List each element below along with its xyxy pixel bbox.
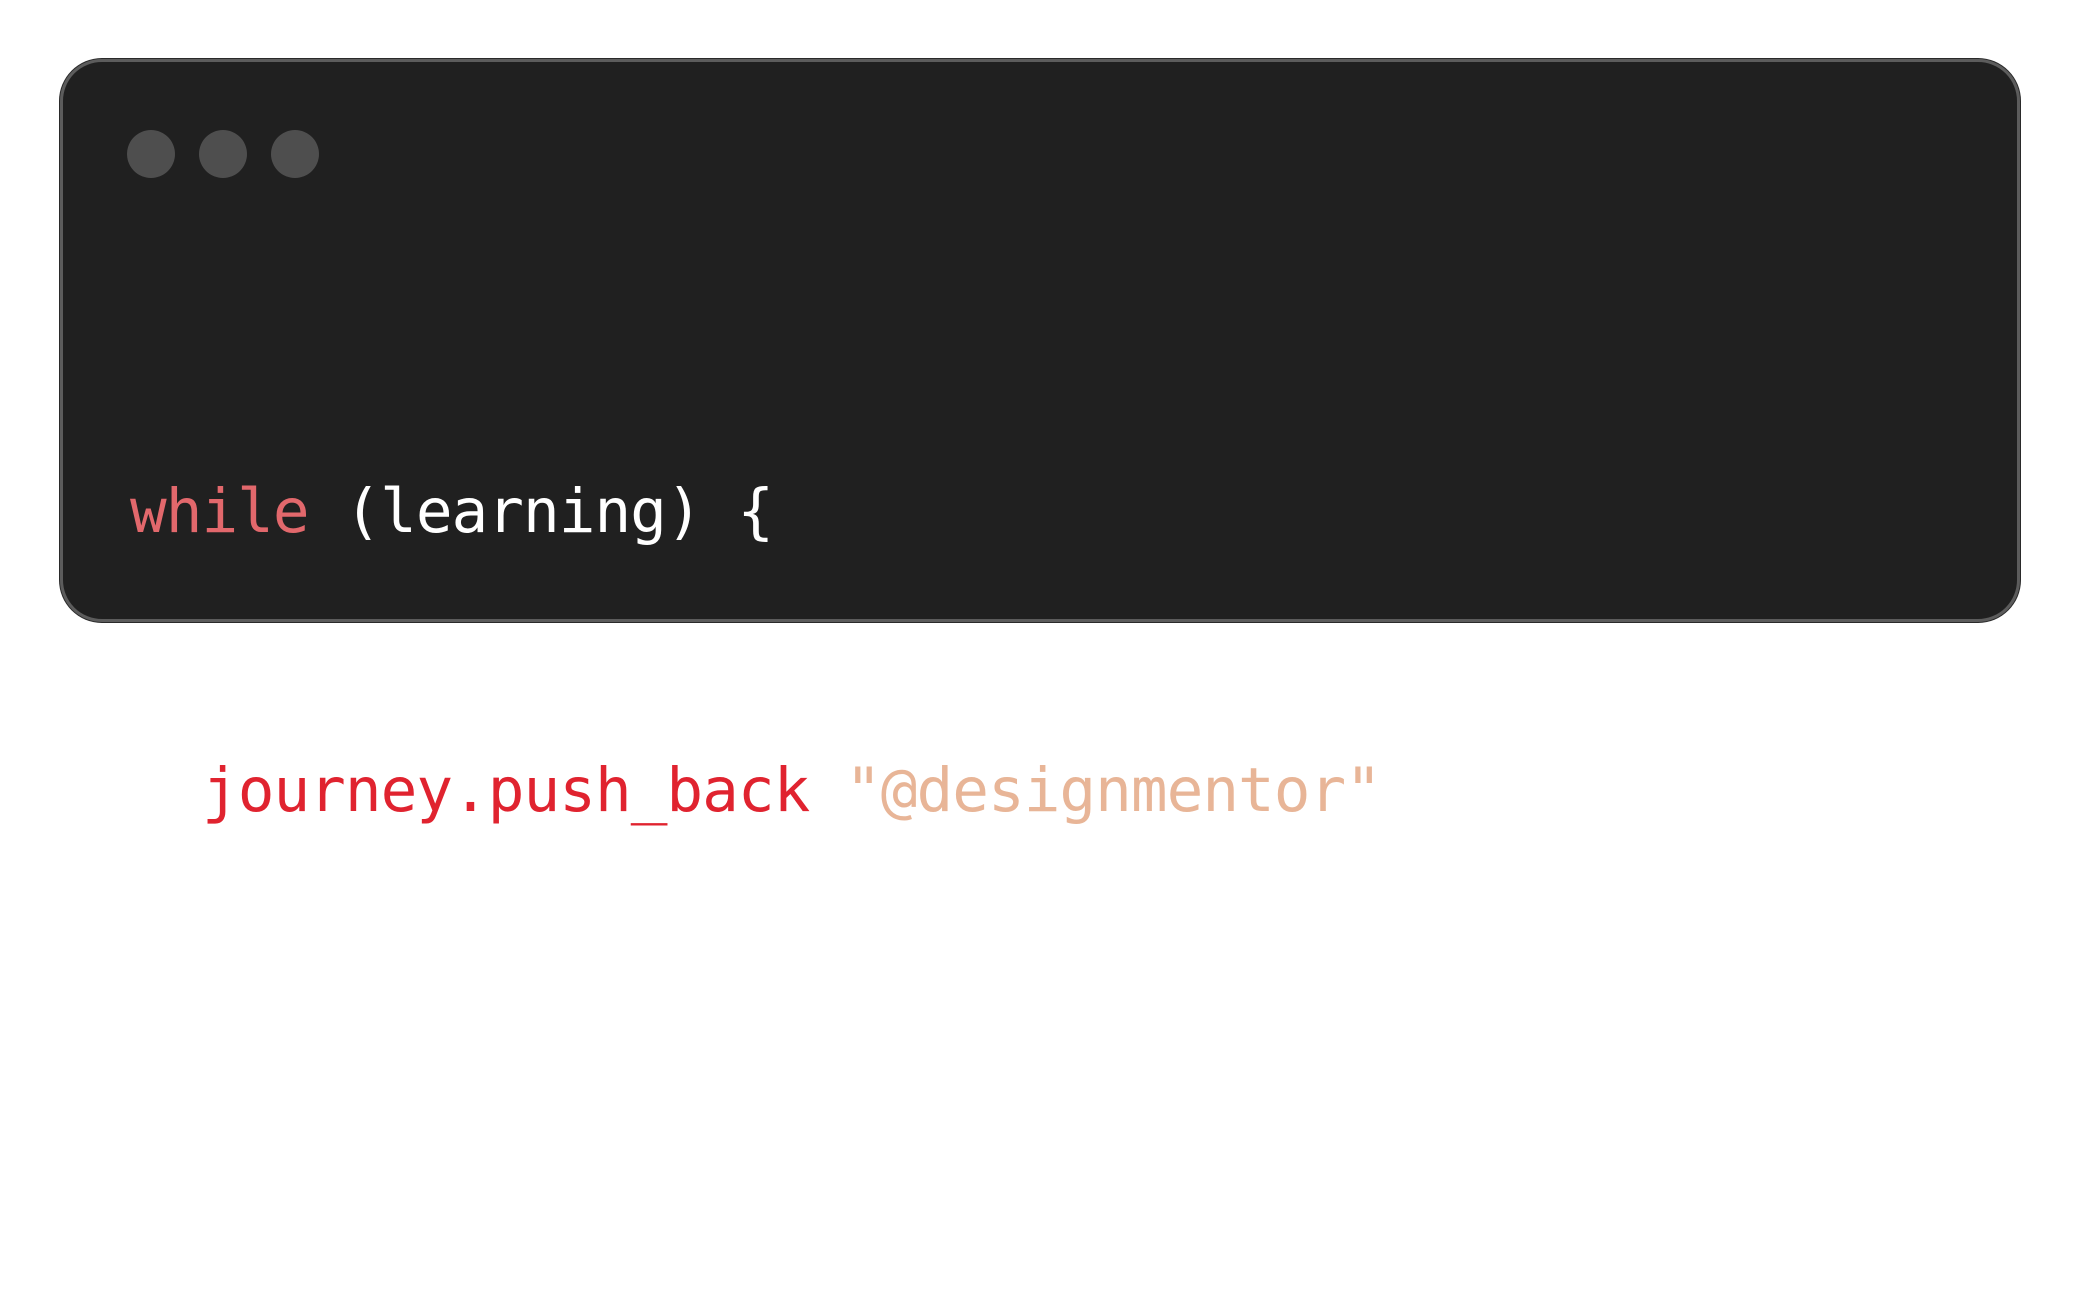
minimize-dot-icon[interactable] xyxy=(199,130,247,178)
code-line-3: } xyxy=(130,1023,1452,1116)
code-line-2: journey.push_back("@designmentor"); xyxy=(130,744,1453,837)
method-call: journey.push_back xyxy=(202,755,810,826)
statement-end: ); xyxy=(1380,755,1453,826)
open-paren: ( xyxy=(809,755,846,826)
maximize-dot-icon[interactable] xyxy=(271,130,319,178)
window-controls xyxy=(127,130,319,178)
code-block: while (learning) { journey.push_back("@d… xyxy=(130,279,1453,1302)
close-brace: } xyxy=(130,1034,167,1105)
open-brace: { xyxy=(737,476,774,547)
close-dot-icon[interactable] xyxy=(127,130,175,178)
keyword-while: while xyxy=(130,476,310,547)
string-literal: "@designmentor" xyxy=(845,755,1382,826)
code-line-1: while (learning) { xyxy=(130,465,1452,558)
code-window: while (learning) { journey.push_back("@d… xyxy=(60,59,2020,1105)
loop-condition: (learning) xyxy=(344,476,702,547)
